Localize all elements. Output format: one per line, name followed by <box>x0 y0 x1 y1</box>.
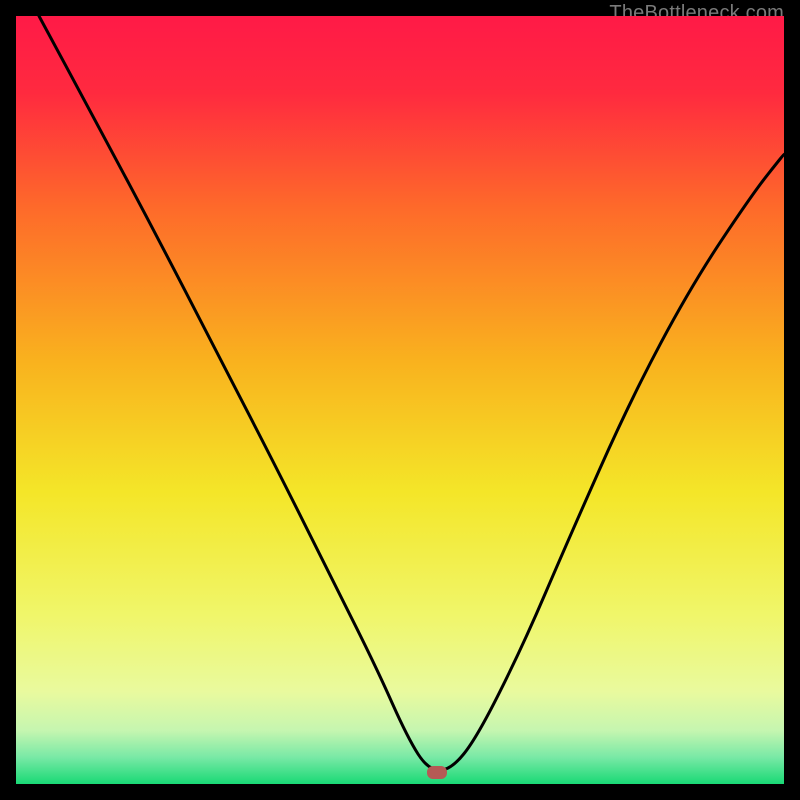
bottleneck-chart <box>16 16 784 784</box>
chart-frame: TheBottleneck.com <box>16 16 784 784</box>
optimal-point-marker <box>427 766 447 779</box>
gradient-background <box>16 16 784 784</box>
